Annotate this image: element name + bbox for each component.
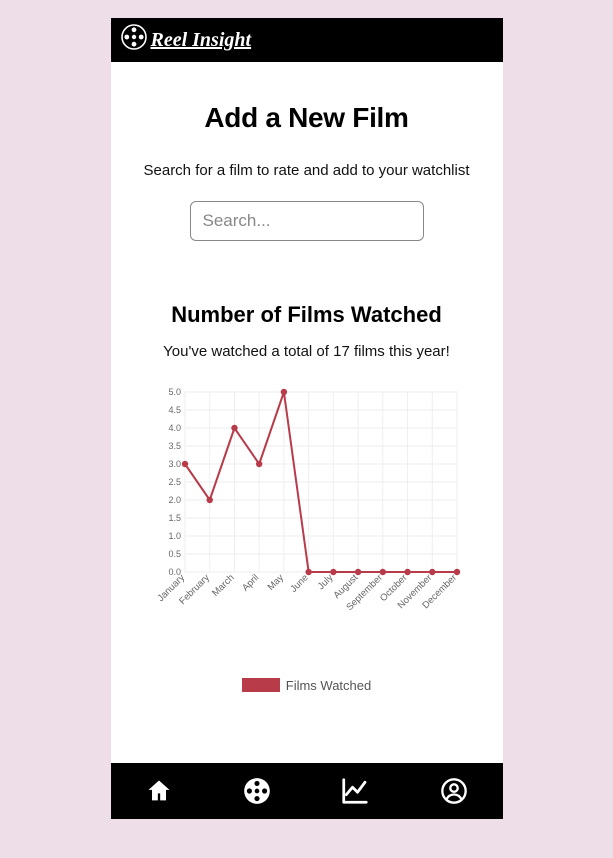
film-reel-icon <box>243 777 271 805</box>
svg-text:0.5: 0.5 <box>168 549 181 559</box>
chart-line-icon <box>340 776 370 806</box>
svg-text:4.0: 4.0 <box>168 423 181 433</box>
page-title: Add a New Film <box>139 102 475 134</box>
legend-swatch <box>242 678 280 692</box>
svg-text:April: April <box>240 572 261 593</box>
user-circle-icon <box>440 777 468 805</box>
svg-text:5.0: 5.0 <box>168 387 181 397</box>
brand-logo[interactable]: Reel Insight <box>121 24 252 56</box>
app-header: Reel Insight <box>111 18 503 62</box>
svg-text:July: July <box>315 572 335 592</box>
nav-profile[interactable] <box>440 777 468 805</box>
home-icon <box>145 777 173 805</box>
page-subtitle: Search for a film to rate and add to you… <box>139 162 475 179</box>
search-wrap <box>139 201 475 241</box>
svg-text:1.5: 1.5 <box>168 513 181 523</box>
legend-label: Films Watched <box>286 678 371 693</box>
nav-stats[interactable] <box>340 776 370 806</box>
svg-text:2.5: 2.5 <box>168 477 181 487</box>
chart-legend: Films Watched <box>139 678 475 693</box>
svg-text:3.0: 3.0 <box>168 459 181 469</box>
svg-text:2.0: 2.0 <box>168 495 181 505</box>
nav-home[interactable] <box>145 777 173 805</box>
nav-films[interactable] <box>243 777 271 805</box>
search-input[interactable] <box>190 201 424 241</box>
svg-text:June: June <box>288 572 310 594</box>
chart-title: Number of Films Watched <box>139 301 475 329</box>
bottom-nav <box>111 763 503 819</box>
brand-name: Reel Insight <box>151 29 252 52</box>
films-watched-chart: 0.00.51.01.52.02.53.03.54.04.55.0January… <box>139 386 475 693</box>
film-reel-icon <box>121 24 147 56</box>
svg-text:1.0: 1.0 <box>168 531 181 541</box>
svg-text:3.5: 3.5 <box>168 441 181 451</box>
chart-summary: You've watched a total of 17 films this … <box>139 343 475 360</box>
app-frame: Reel Insight Add a New Film Search for a… <box>111 18 503 819</box>
svg-text:May: May <box>265 572 286 593</box>
main-content: Add a New Film Search for a film to rate… <box>111 62 503 723</box>
svg-text:March: March <box>210 572 236 598</box>
line-chart-svg: 0.00.51.01.52.02.53.03.54.04.55.0January… <box>147 386 467 626</box>
svg-text:4.5: 4.5 <box>168 405 181 415</box>
